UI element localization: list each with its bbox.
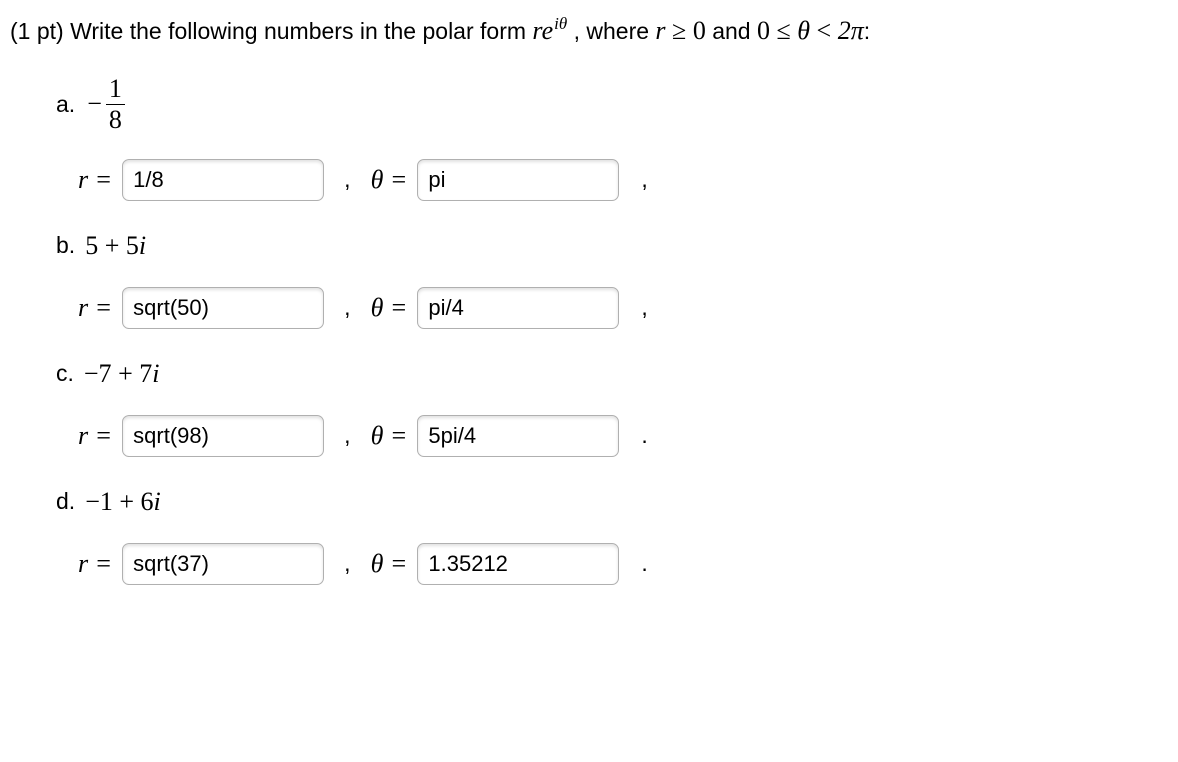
part-a-letter: a.: [56, 91, 75, 118]
part-b-expr: 5 + 5i: [85, 231, 146, 261]
polar-r: r: [532, 16, 541, 45]
part-b-tail: ,: [641, 294, 647, 321]
part-b-theta-input[interactable]: [417, 287, 619, 329]
cond2-theta: θ: [797, 16, 810, 45]
r-label: r =: [78, 293, 112, 323]
part-d-label-row: d. −1 + 6i: [56, 487, 1168, 517]
cond2-2pi: 2π: [838, 16, 864, 45]
separator: ,: [344, 422, 350, 449]
part-d-r-input[interactable]: [122, 543, 324, 585]
part-c-theta-input[interactable]: [417, 415, 619, 457]
r-label: r =: [78, 421, 112, 451]
r-label: r =: [78, 549, 112, 579]
prompt-colon: :: [864, 18, 870, 44]
part-b-answer-row: r = , θ = ,: [78, 287, 1168, 329]
part-d-theta-input[interactable]: [417, 543, 619, 585]
polar-e: e: [542, 16, 554, 45]
part-d-answer-row: r = , θ = .: [78, 543, 1168, 585]
cond-r: r: [655, 16, 665, 45]
cond2-le1: ≤: [770, 16, 797, 45]
prompt-and: and: [706, 18, 757, 44]
prompt-mid: , where: [567, 18, 655, 44]
prompt-text: (1 pt) Write the following numbers in th…: [10, 14, 1168, 48]
part-a-fraction: 1 8: [106, 76, 125, 133]
part-b-letter: b.: [56, 232, 75, 259]
problem-page: (1 pt) Write the following numbers in th…: [0, 0, 1178, 625]
prompt-prefix: (1 pt) Write the following numbers in th…: [10, 18, 532, 44]
theta-label: θ =: [371, 165, 408, 195]
cond2-zero: 0: [757, 16, 770, 45]
part-a-r-input[interactable]: [122, 159, 324, 201]
part-c-letter: c.: [56, 360, 74, 387]
part-d-expr: −1 + 6i: [85, 487, 161, 517]
r-label: r =: [78, 165, 112, 195]
part-b-label-row: b. 5 + 5i: [56, 231, 1168, 261]
theta-label: θ =: [371, 549, 408, 579]
part-d-tail: .: [641, 550, 647, 577]
cond2-lt: <: [810, 16, 838, 45]
part-a-neg: −: [87, 89, 102, 119]
polar-exponent: iθ: [554, 14, 567, 33]
part-a-denom: 8: [106, 104, 125, 133]
part-c-expr: −7 + 7i: [84, 359, 160, 389]
part-c: c. −7 + 7i r = , θ = .: [56, 359, 1168, 457]
part-a-tail: ,: [641, 166, 647, 193]
cond-zero: 0: [693, 16, 706, 45]
part-a-theta-input[interactable]: [417, 159, 619, 201]
part-a-numer: 1: [106, 76, 125, 104]
part-c-r-input[interactable]: [122, 415, 324, 457]
part-a: a. − 1 8 r = , θ = ,: [56, 76, 1168, 201]
cond-rel-ge: ≥: [666, 16, 693, 45]
separator: ,: [344, 294, 350, 321]
part-d-letter: d.: [56, 488, 75, 515]
separator: ,: [344, 550, 350, 577]
separator: ,: [344, 166, 350, 193]
theta-label: θ =: [371, 421, 408, 451]
part-c-label-row: c. −7 + 7i: [56, 359, 1168, 389]
part-c-tail: .: [641, 422, 647, 449]
part-b-r-input[interactable]: [122, 287, 324, 329]
part-a-label-row: a. − 1 8: [56, 76, 1168, 133]
part-d: d. −1 + 6i r = , θ = .: [56, 487, 1168, 585]
part-b: b. 5 + 5i r = , θ = ,: [56, 231, 1168, 329]
part-a-answer-row: r = , θ = ,: [78, 159, 1168, 201]
theta-label: θ =: [371, 293, 408, 323]
part-c-answer-row: r = , θ = .: [78, 415, 1168, 457]
